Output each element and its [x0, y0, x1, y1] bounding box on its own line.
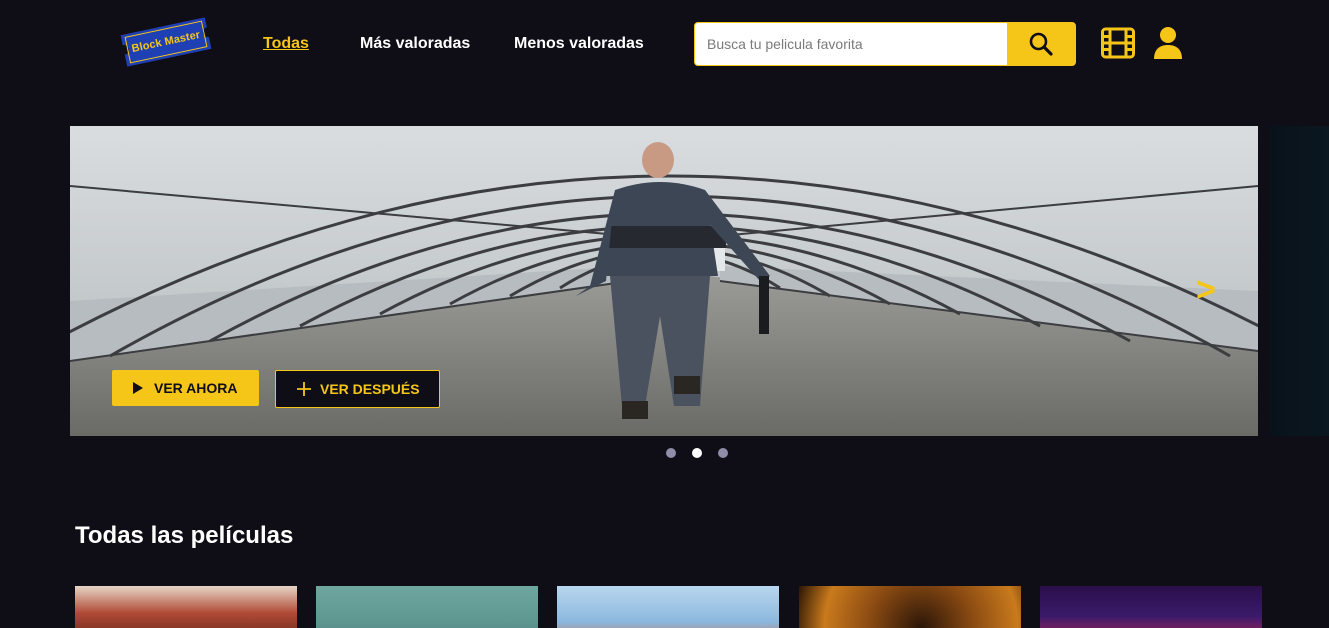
carousel-next-arrow[interactable]: >: [1196, 270, 1226, 310]
film-icon[interactable]: [1101, 27, 1135, 59]
watch-later-button[interactable]: VER DESPUÉS: [275, 370, 440, 408]
search-input[interactable]: [695, 23, 1009, 65]
section-title: Todas las películas: [75, 522, 294, 549]
movie-poster[interactable]: [799, 586, 1021, 628]
nav-menos-valoradas[interactable]: Menos valoradas: [514, 35, 644, 53]
user-icon[interactable]: [1153, 26, 1183, 60]
carousel-dots: [666, 448, 728, 458]
movie-poster[interactable]: [1040, 586, 1262, 628]
carousel-dot-1[interactable]: [666, 448, 676, 458]
hero-carousel[interactable]: VER AHORA VER DESPUÉS >: [70, 126, 1258, 436]
movie-poster[interactable]: [316, 586, 538, 628]
watch-now-label: VER AHORA: [154, 380, 238, 396]
page: Block Master Todas Más valoradas Menos v…: [0, 0, 1329, 628]
carousel-dot-2[interactable]: [692, 448, 702, 458]
plus-icon: [296, 381, 312, 397]
nav-todas[interactable]: Todas: [263, 35, 309, 53]
watch-now-button[interactable]: VER AHORA: [112, 370, 259, 406]
movie-poster[interactable]: [75, 586, 297, 628]
search-bar: [694, 22, 1076, 66]
carousel-dot-3[interactable]: [718, 448, 728, 458]
carousel-next-slide-peek[interactable]: [1270, 126, 1329, 436]
nav-mas-valoradas[interactable]: Más valoradas: [360, 35, 470, 53]
play-icon: [132, 382, 144, 394]
watch-later-label: VER DESPUÉS: [320, 381, 420, 397]
movie-poster[interactable]: [557, 586, 779, 628]
search-button[interactable]: [1007, 23, 1075, 65]
search-icon: [1029, 32, 1053, 56]
logo[interactable]: Block Master: [117, 14, 215, 70]
